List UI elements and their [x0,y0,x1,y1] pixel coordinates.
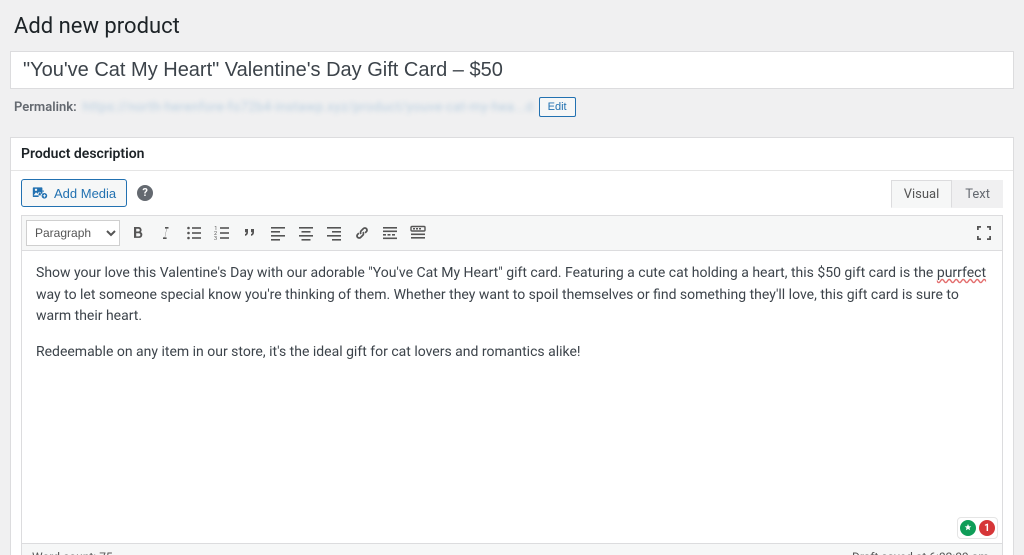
permalink-url[interactable]: https://north-herenfore-fo72b4-instawp.x… [83,100,533,115]
draft-saved-status: Draft saved at 6:02:09 am. [852,550,992,555]
spellcheck-underline: purrfect [937,265,986,281]
word-count-label: Word count: [32,550,99,555]
align-left-button[interactable] [264,219,292,247]
editor-footer: Word count: 75 Draft saved at 6:02:09 am… [21,544,1003,555]
body-p1-pre: Show your love this Valentine's Day with… [36,265,937,281]
assistant-badges[interactable]: 1 [957,517,998,539]
editor-body[interactable]: Show your love this Valentine's Day with… [22,251,1002,543]
align-center-button[interactable] [292,219,320,247]
tab-visual[interactable]: Visual [891,180,953,208]
bullet-list-button[interactable] [180,219,208,247]
assistant-badge-count[interactable]: 1 [979,520,995,536]
svg-text:3: 3 [214,236,217,242]
bold-button[interactable] [124,219,152,247]
align-right-button[interactable] [320,219,348,247]
add-media-label: Add Media [54,186,116,201]
format-select[interactable]: Paragraph [26,220,120,246]
numbered-list-button[interactable]: 123 [208,219,236,247]
permalink-label: Permalink: [14,100,77,115]
fullscreen-button[interactable] [970,219,998,247]
page-title: Add new product [10,0,1014,51]
editor-toolbar: Paragraph 123 [21,215,1003,251]
insert-more-button[interactable] [376,219,404,247]
assistant-badge-ok-icon[interactable] [960,520,976,536]
media-icon [32,185,48,201]
product-description-panel: Product description Add Media ? Visual T… [10,137,1014,555]
editor-content-wrapper: Show your love this Valentine's Day with… [21,251,1003,544]
blockquote-button[interactable] [236,219,264,247]
permalink-row: Permalink: https://north-herenfore-fo72b… [10,89,1014,123]
panel-heading: Product description [11,138,1013,171]
body-p2: Redeemable on any item in our store, it'… [36,342,988,364]
toolbar-toggle-button[interactable] [404,219,432,247]
product-title-input[interactable] [10,51,1014,89]
italic-button[interactable] [152,219,180,247]
body-p1-post: way to let someone special know you're t… [36,287,959,325]
edit-permalink-button[interactable]: Edit [539,97,576,117]
add-media-button[interactable]: Add Media [21,179,127,207]
tab-text[interactable]: Text [952,180,1003,208]
insert-link-button[interactable] [348,219,376,247]
word-count-value: 75 [99,550,113,555]
help-icon[interactable]: ? [137,185,153,201]
